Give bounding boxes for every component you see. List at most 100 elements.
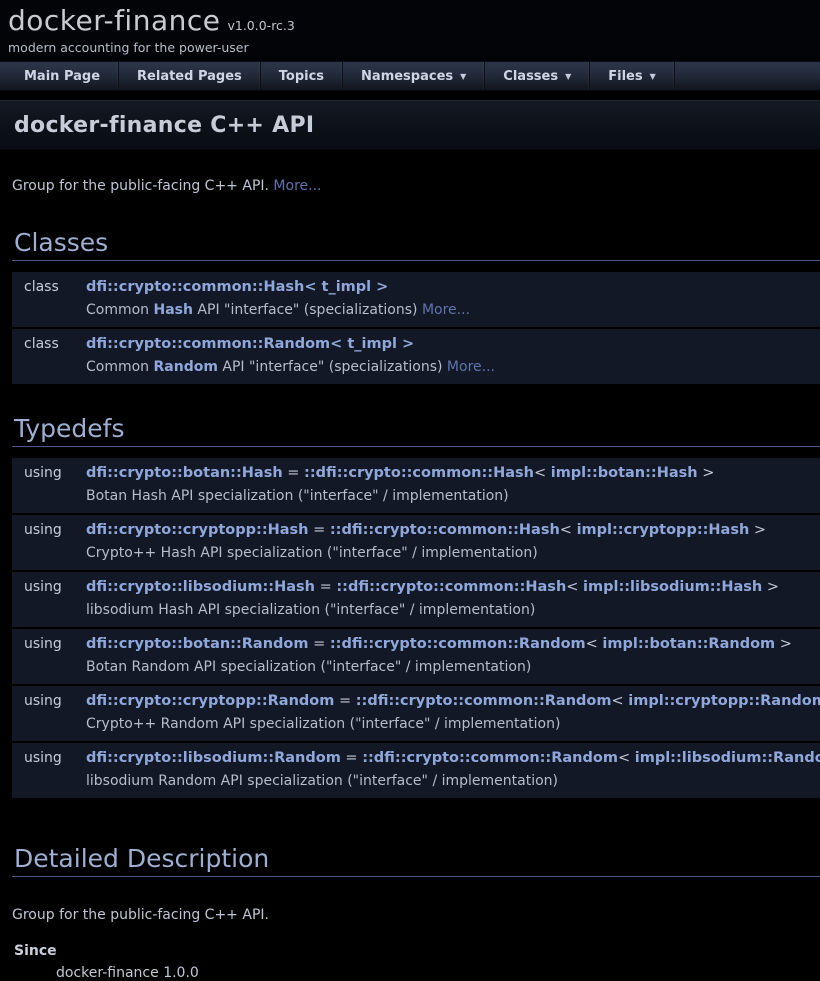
nav-tab-label: Namespaces [361,69,453,84]
more-link[interactable]: More... [447,359,495,375]
nav-tab-topics[interactable]: Topics [261,62,343,90]
typedef-row: using dfi::crypto::cryptopp::Random = ::d… [12,686,820,741]
symbol-link[interactable]: ::dfi::crypto::common::Hash [330,522,560,538]
text-fragment: < [566,579,583,595]
member-content: dfi::crypto::botan::Hash = ::dfi::crypto… [74,464,820,506]
text-fragment: = [315,579,336,595]
member-declaration: dfi::crypto::libsodium::Hash = ::dfi::cr… [86,578,812,597]
member-description: Common Hash API "interface" (specializat… [86,301,812,320]
member-description: Botan Hash API specialization ("interfac… [86,487,812,506]
typedef-row: usingdfi::crypto::botan::Random = ::dfi:… [12,629,820,684]
member-description: Common Random API "interface" (specializ… [86,358,812,377]
text-fragment: API "interface" (specializations) [218,359,447,375]
chevron-down-icon: ▼ [460,72,466,81]
chevron-down-icon: ▼ [650,72,656,81]
member-description: libsodium Hash API specialization ("inte… [86,601,812,620]
symbol-link[interactable]: ::dfi::crypto::common::Random [362,750,618,766]
nav-tab-label: Main Page [24,69,100,84]
symbol-link[interactable]: dfi::crypto::common::Hash< t_impl > [86,279,388,295]
symbol-link[interactable]: ::dfi::crypto::common::Random [330,636,586,652]
member-content: dfi::crypto::common::Random< t_impl >Com… [74,335,820,377]
member-description: Crypto++ Random API specialization ("int… [86,715,820,734]
text-fragment: libsodium Random API specialization ("in… [86,773,558,789]
nav-tab-namespaces[interactable]: Namespaces ▼ [343,62,485,90]
member-declaration: dfi::crypto::cryptopp::Random = ::dfi::c… [86,692,820,711]
main-nav-tabs: Main PageRelated PagesTopicsNamespaces▼C… [0,61,820,91]
symbol-link[interactable]: dfi::crypto::botan::Random [86,636,309,652]
symbol-link[interactable]: impl::botan::Random [602,636,775,652]
text-fragment: = [341,750,362,766]
chevron-down-icon: ▼ [565,72,571,81]
classes-heading: Classes [12,228,820,261]
member-description: Botan Random API specialization ("interf… [86,658,812,677]
text-fragment: > [749,522,766,538]
more-link[interactable]: More... [273,178,321,194]
symbol-link[interactable]: ::dfi::crypto::common::Hash [336,579,566,595]
member-declaration: dfi::crypto::botan::Hash = ::dfi::crypto… [86,464,812,483]
symbol-link[interactable]: impl::cryptopp::Hash [577,522,750,538]
nav-tab-related-pages[interactable]: Related Pages [119,62,261,90]
member-keyword: using [12,464,74,506]
symbol-link[interactable]: dfi::crypto::libsodium::Random [86,750,341,766]
detailed-description-text: Group for the public-facing C++ API. [12,907,820,923]
project-brief: modern accounting for the power-user [8,40,820,55]
member-content: dfi::crypto::cryptopp::Random = ::dfi::c… [74,692,820,734]
text-fragment: libsodium Hash API specialization ("inte… [86,602,535,618]
text-fragment: Botan Hash API specialization ("interfac… [86,488,509,504]
member-declaration: dfi::crypto::libsodium::Random = ::dfi::… [86,749,820,768]
symbol-link[interactable]: impl::cryptopp::Random [628,693,820,709]
symbol-link[interactable]: impl::botan::Hash [551,465,698,481]
member-keyword: using [12,521,74,563]
typedefs-table: using dfi::crypto::botan::Hash = ::dfi::c… [12,458,820,798]
typedef-row: using dfi::crypto::botan::Hash = ::dfi::c… [12,458,820,513]
text-fragment: = [334,693,355,709]
member-declaration: dfi::crypto::botan::Random = ::dfi::cryp… [86,635,812,654]
text-fragment: Group for the public-facing C++ API. [12,178,273,194]
nav-tab-classes[interactable]: Classes ▼ [485,62,590,90]
text-fragment: = [309,636,330,652]
symbol-link[interactable]: dfi::crypto::libsodium::Hash [86,579,315,595]
member-description: Crypto++ Hash API specialization ("inter… [86,544,812,563]
symbol-link[interactable]: dfi::crypto::cryptopp::Random [86,693,334,709]
intro-paragraph: Group for the public-facing C++ API. Mor… [12,177,820,196]
nav-tab-main-page[interactable]: Main Page [6,62,119,90]
nav-tab-label: Related Pages [137,69,242,84]
nav-tab-label: Classes [503,69,558,84]
since-block: Since docker-finance 1.0.0 [12,943,820,981]
member-content: dfi::crypto::common::Hash< t_impl >Commo… [74,278,820,320]
text-fragment: < [586,636,603,652]
since-label: Since [14,943,820,959]
member-declaration: dfi::crypto::cryptopp::Hash = ::dfi::cry… [86,521,812,540]
text-fragment: API "interface" (specializations) [193,302,422,318]
member-declaration: dfi::crypto::common::Hash< t_impl > [86,278,812,297]
text-fragment: = [283,465,304,481]
typedefs-heading: Typedefs [12,414,820,447]
symbol-link[interactable]: Hash [154,302,193,318]
symbol-link[interactable]: dfi::crypto::common::Random< t_impl > [86,336,414,352]
symbol-link[interactable]: impl::libsodium::Hash [583,579,762,595]
text-fragment: > [775,636,792,652]
symbol-link[interactable]: Random [154,359,218,375]
symbol-link[interactable]: dfi::crypto::cryptopp::Hash [86,522,309,538]
project-version: v1.0.0-rc.3 [227,18,294,33]
more-link[interactable]: More... [422,302,470,318]
since-value: docker-finance 1.0.0 [56,965,820,981]
symbol-link[interactable]: ::dfi::crypto::common::Hash [304,465,534,481]
text-fragment: < [618,750,635,766]
symbol-link[interactable]: dfi::crypto::botan::Hash [86,465,283,481]
page-title: docker-finance C++ API [14,113,314,138]
nav-tab-label: Files [608,69,642,84]
symbol-link[interactable]: ::dfi::crypto::common::Random [356,693,612,709]
text-fragment: > [698,465,715,481]
class-row: classdfi::crypto::common::Hash< t_impl >… [12,272,820,327]
symbol-link[interactable]: impl::libsodium::Random [635,750,820,766]
class-row: classdfi::crypto::common::Random< t_impl… [12,329,820,384]
typedef-row: usingdfi::crypto::libsodium::Hash = ::df… [12,572,820,627]
member-keyword: using [12,692,74,734]
member-declaration: dfi::crypto::common::Random< t_impl > [86,335,812,354]
page-header: docker-finance C++ API [0,100,820,150]
text-fragment: < [612,693,629,709]
nav-tab-files[interactable]: Files ▼ [590,62,675,90]
detailed-description-heading: Detailed Description [12,844,820,877]
project-name: docker-finance [8,4,220,37]
